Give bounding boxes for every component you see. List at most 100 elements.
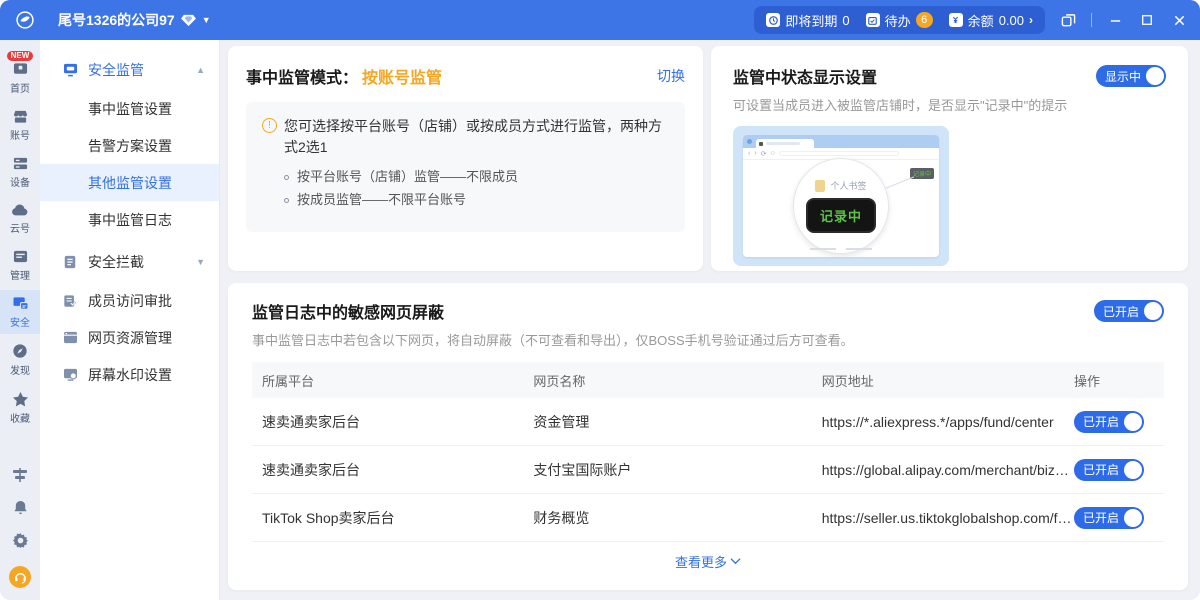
sidebar-item-supervision-logs[interactable]: 事中监管日志 (40, 201, 219, 238)
status-card-desc: 可设置当成员进入被监管店铺时，是否显示"记录中"的提示 (733, 95, 1166, 114)
view-more-link[interactable]: 查看更多 (252, 542, 1164, 580)
table-header: 所属平台 网页名称 网页地址 操作 (252, 362, 1164, 398)
todo-label: 待办 (885, 11, 911, 30)
sidebar-item-inprocess-settings[interactable]: 事中监管设置 (40, 90, 219, 127)
block-shield-icon (62, 254, 78, 270)
sidebar-item-other-settings[interactable]: 其他监管设置 (40, 164, 219, 201)
sidebar-item-alert-plan[interactable]: 告警方案设置 (40, 127, 219, 164)
cell-url: https://global.alipay.com/merchant/bizpo… (820, 462, 1072, 478)
bullet-dot-icon (284, 198, 289, 203)
app-logo-icon (14, 9, 36, 31)
close-button[interactable] (1170, 11, 1188, 29)
expiring-stat[interactable]: 即将到期 0 (766, 11, 849, 30)
sidebar-item-web-resources[interactable]: 网页资源管理 (40, 319, 219, 356)
sidebar-item-member-approval[interactable]: 成员访问审批 (40, 282, 219, 319)
col-platform: 所属平台 (252, 362, 531, 398)
member-approval-icon (62, 293, 78, 309)
account-stats-pill: 即将到期 0 待办 6 余额 0.00 › (754, 6, 1045, 34)
table-row: TikTok Shop卖家后台 财务概览 https://seller.us.t… (252, 494, 1164, 542)
status-display-toggle[interactable]: 显示中 (1096, 65, 1166, 87)
notifications-bell-icon[interactable] (13, 500, 28, 520)
company-switcher[interactable]: 尾号1326的公司97 ▼ (58, 10, 211, 30)
chevron-down-icon (730, 557, 741, 565)
rail-item-security[interactable]: 安全 (0, 290, 40, 334)
status-illustration: ‹›⟳○ 记录中 个人书签 记录中 (733, 126, 949, 266)
todo-stat[interactable]: 待办 6 (866, 11, 933, 30)
col-page-name: 网页名称 (531, 362, 819, 398)
toggle-knob (1124, 461, 1142, 479)
expiring-value: 0 (842, 13, 849, 28)
supervision-mode-card: 事中监管模式： 按账号监管 切换 ! 您可选择按平台账号（店铺）或按成员方式进行… (228, 46, 703, 271)
rail-bottom-icons (9, 468, 31, 600)
status-display-card: 监管中状态显示设置 显示中 可设置当成员进入被监管店铺时，是否显示"记录中"的提… (711, 46, 1188, 271)
rail-item-cloud[interactable]: 云号 (0, 197, 40, 240)
row-toggle[interactable]: 已开启 (1074, 411, 1144, 433)
wallet-icon (949, 13, 963, 27)
todo-count-badge: 6 (916, 12, 933, 28)
sidebar-group-security-supervision[interactable]: 安全监管 ▲ (40, 50, 219, 90)
vip-gem-icon (181, 14, 196, 27)
watermark-screen-icon (62, 367, 78, 383)
company-title: 尾号1326的公司97 (58, 10, 175, 30)
balance-label: 余额 (968, 11, 994, 30)
row-toggle[interactable]: 已开启 (1074, 507, 1144, 529)
divider (1091, 13, 1092, 27)
minimize-button[interactable] (1106, 11, 1124, 29)
support-headset-icon[interactable] (9, 566, 31, 588)
tip-title-text: 您可选择按平台账号（店铺）或按成员方式进行监管，两种方式2选1 (284, 116, 669, 158)
sidebar: 安全监管 ▲ 事中监管设置 告警方案设置 其他监管设置 事中监管日志 安全拦截 … (40, 40, 220, 600)
star-icon (12, 391, 29, 407)
cell-platform: 速卖通卖家后台 (252, 460, 531, 480)
expiring-label: 即将到期 (785, 11, 837, 30)
browser-mockup: ‹›⟳○ 记录中 个人书签 记录中 (743, 135, 939, 257)
multi-window-icon[interactable] (1059, 11, 1077, 29)
settings-gear-icon[interactable] (13, 533, 28, 553)
status-card-title: 监管中状态显示设置 (733, 64, 877, 88)
bookmark-label: 个人书签 (830, 179, 866, 192)
row-toggle[interactable]: 已开启 (1074, 459, 1144, 481)
icon-rail: NEW 首页 账号 设备 云号 管理 安全 (0, 40, 40, 600)
maximize-button[interactable] (1138, 11, 1156, 29)
toggle-knob (1144, 302, 1162, 320)
app-window: 尾号1326的公司97 ▼ 即将到期 0 待办 (0, 0, 1200, 600)
rail-item-favorites[interactable]: 收藏 (0, 385, 40, 430)
col-url: 网页地址 (820, 362, 1072, 398)
rail-item-accounts[interactable]: 账号 (0, 103, 40, 147)
home-icon (12, 62, 29, 77)
rail-item-home[interactable]: NEW 首页 (0, 45, 40, 100)
magnifier-pointer (886, 176, 914, 188)
cell-platform: 速卖通卖家后台 (252, 412, 531, 432)
blocked-pages-table: 所属平台 网页名称 网页地址 操作 速卖通卖家后台 资金管理 https://*… (252, 362, 1164, 582)
window-controls (1059, 11, 1188, 29)
toggle-knob (1124, 509, 1142, 527)
chevron-down-icon: ▼ (196, 257, 205, 267)
switch-mode-link[interactable]: 切换 (657, 66, 685, 86)
balance-value: 0.00 (999, 13, 1024, 28)
sidebar-group-security-block[interactable]: 安全拦截 ▼ (40, 242, 219, 282)
tip-bullet-2: 按成员监管——不限平台账号 (262, 189, 669, 212)
mode-tip-box: ! 您可选择按平台账号（店铺）或按成员方式进行监管，两种方式2选1 按平台账号（… (246, 102, 685, 232)
block-card-title: 监管日志中的敏感网页屏蔽 (252, 299, 444, 323)
rail-item-manage[interactable]: 管理 (0, 243, 40, 287)
cell-page-name: 财务概览 (531, 508, 819, 528)
group-label: 安全监管 (88, 60, 144, 80)
rail-item-devices[interactable]: 设备 (0, 150, 40, 194)
magnifier-circle: 个人书签 记录中 (793, 158, 889, 254)
rail-item-discover[interactable]: 发现 (0, 337, 40, 382)
cell-page-name: 资金管理 (531, 412, 819, 432)
table-row: 速卖通卖家后台 资金管理 https://*.aliexpress.*/apps… (252, 398, 1164, 446)
bookmark-icon (815, 180, 825, 192)
main-content: 事中监管模式： 按账号监管 切换 ! 您可选择按平台账号（店铺）或按成员方式进行… (220, 40, 1200, 600)
block-master-toggle[interactable]: 已开启 (1094, 300, 1164, 322)
cell-page-name: 支付宝国际账户 (531, 460, 819, 480)
clock-icon (766, 13, 780, 27)
quick-settings-icon[interactable] (12, 468, 28, 487)
balance-stat[interactable]: 余额 0.00 › (949, 11, 1033, 30)
console-icon (12, 249, 29, 264)
sidebar-item-screen-watermark[interactable]: 屏幕水印设置 (40, 356, 219, 393)
sensitive-pages-card: 监管日志中的敏感网页屏蔽 已开启 事中监管日志中若包含以下网页，将自动屏蔽（不可… (228, 283, 1188, 590)
group-label: 安全拦截 (88, 252, 144, 272)
toggle-knob (1124, 413, 1142, 431)
bullet-dot-icon (284, 175, 289, 180)
chevron-down-icon: ▼ (202, 15, 211, 25)
